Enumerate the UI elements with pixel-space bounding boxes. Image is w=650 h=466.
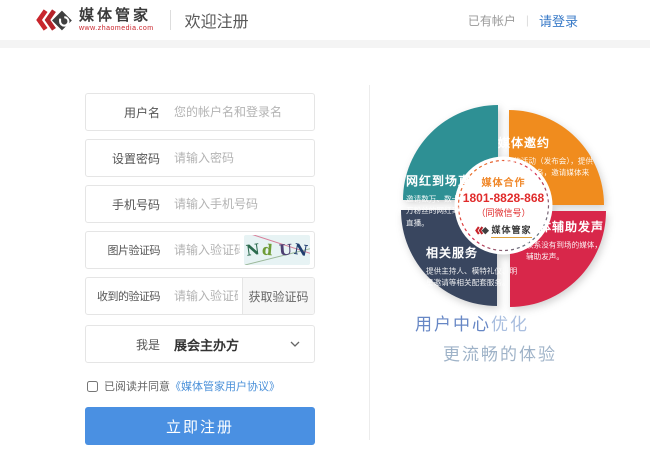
tagline-part-b: 优化 bbox=[491, 315, 529, 334]
captcha-image[interactable]: N d U N bbox=[244, 235, 310, 265]
have-account-label: 已有帐户 bbox=[468, 12, 516, 29]
diagram-center-info: 媒体合作 1801-8828-868 （同微信号） 媒体管家 bbox=[454, 156, 553, 255]
agreement-checkbox[interactable] bbox=[87, 381, 98, 392]
tagline-line2: 更流畅的体验 bbox=[415, 340, 557, 365]
header-pipe: | bbox=[526, 13, 529, 27]
logo-text: 媒体管家 www.zhaomedia.com bbox=[79, 8, 154, 32]
segment-title: 媒体邀约 bbox=[498, 134, 598, 151]
username-field-row: 用户名 bbox=[85, 93, 315, 131]
get-code-button[interactable]: 获取验证码 bbox=[242, 277, 314, 315]
captcha-letter: N bbox=[245, 240, 261, 260]
agreement-row: 已阅读并同意 《媒体管家用户协议》 bbox=[85, 378, 315, 394]
page-title: 欢迎注册 bbox=[185, 8, 249, 32]
sms-code-field-row: 收到的验证码 获取验证码 bbox=[85, 277, 315, 315]
logo[interactable]: 媒体管家 www.zhaomedia.com bbox=[35, 6, 154, 34]
registration-form: 用户名 设置密码 手机号码 图片验证码 N d U N 收到的验证码 bbox=[85, 93, 315, 445]
segment-desc: 提供主持人、模特礼仪、明星邀请等相关配套服务。 bbox=[426, 266, 517, 290]
center-phone-number: 1801-8828-868 bbox=[463, 191, 544, 205]
role-value: 展会主办方 bbox=[160, 335, 290, 354]
brand-chevrons-icon bbox=[475, 225, 489, 236]
tagline: 用户中心优化 更流畅的体验 bbox=[415, 310, 557, 365]
role-select[interactable]: 我是 展会主办方 bbox=[85, 325, 315, 363]
header-separator bbox=[170, 10, 171, 30]
username-input[interactable] bbox=[160, 105, 314, 119]
header-gray-band bbox=[0, 40, 650, 48]
center-wechat-note: （同微信号） bbox=[476, 206, 530, 219]
tagline-line1: 用户中心优化 bbox=[415, 310, 557, 335]
vertical-divider bbox=[369, 85, 370, 440]
header-right: 已有帐户 | 请登录 bbox=[468, 0, 578, 40]
agreement-text: 已阅读并同意 bbox=[104, 378, 170, 394]
center-brand: 媒体管家 bbox=[475, 223, 531, 238]
center-cooperation-label: 媒体合作 bbox=[482, 174, 526, 189]
captcha-letter: d bbox=[261, 241, 273, 260]
center-brand-name: 媒体管家 bbox=[491, 223, 531, 238]
phone-field-row: 手机号码 bbox=[85, 185, 315, 223]
chevron-down-icon bbox=[290, 341, 300, 347]
logo-chevrons-icon bbox=[35, 6, 73, 34]
logo-title: 媒体管家 bbox=[79, 8, 154, 23]
logo-subtitle: www.zhaomedia.com bbox=[79, 25, 154, 32]
header: 媒体管家 www.zhaomedia.com 欢迎注册 已有帐户 | 请登录 bbox=[0, 0, 650, 40]
captcha-letter: U bbox=[278, 241, 292, 260]
password-label: 设置密码 bbox=[92, 150, 160, 167]
image-captcha-field-row: 图片验证码 N d U N bbox=[85, 231, 315, 269]
register-button[interactable]: 立即注册 bbox=[85, 407, 315, 445]
captcha-letter: N bbox=[292, 240, 309, 260]
password-input[interactable] bbox=[160, 151, 314, 165]
sms-code-input[interactable] bbox=[160, 289, 242, 303]
username-label: 用户名 bbox=[92, 104, 160, 121]
services-diagram: 网红到场直播 邀请数万、数十万 数百万粉丝的网红到场现场直播。 媒体邀约 为您的… bbox=[390, 90, 630, 330]
image-captcha-input[interactable] bbox=[160, 243, 244, 257]
sms-code-label: 收到的验证码 bbox=[92, 288, 160, 304]
phone-input[interactable] bbox=[160, 197, 314, 211]
role-label: 我是 bbox=[92, 336, 160, 353]
password-field-row: 设置密码 bbox=[85, 139, 315, 177]
agreement-link[interactable]: 《媒体管家用户协议》 bbox=[170, 378, 280, 394]
tagline-part-a: 用户中心 bbox=[415, 315, 491, 334]
image-captcha-label: 图片验证码 bbox=[92, 242, 160, 258]
registration-page: 媒体管家 www.zhaomedia.com 欢迎注册 已有帐户 | 请登录 用… bbox=[0, 0, 650, 466]
login-link[interactable]: 请登录 bbox=[539, 11, 578, 30]
phone-label: 手机号码 bbox=[92, 196, 160, 213]
